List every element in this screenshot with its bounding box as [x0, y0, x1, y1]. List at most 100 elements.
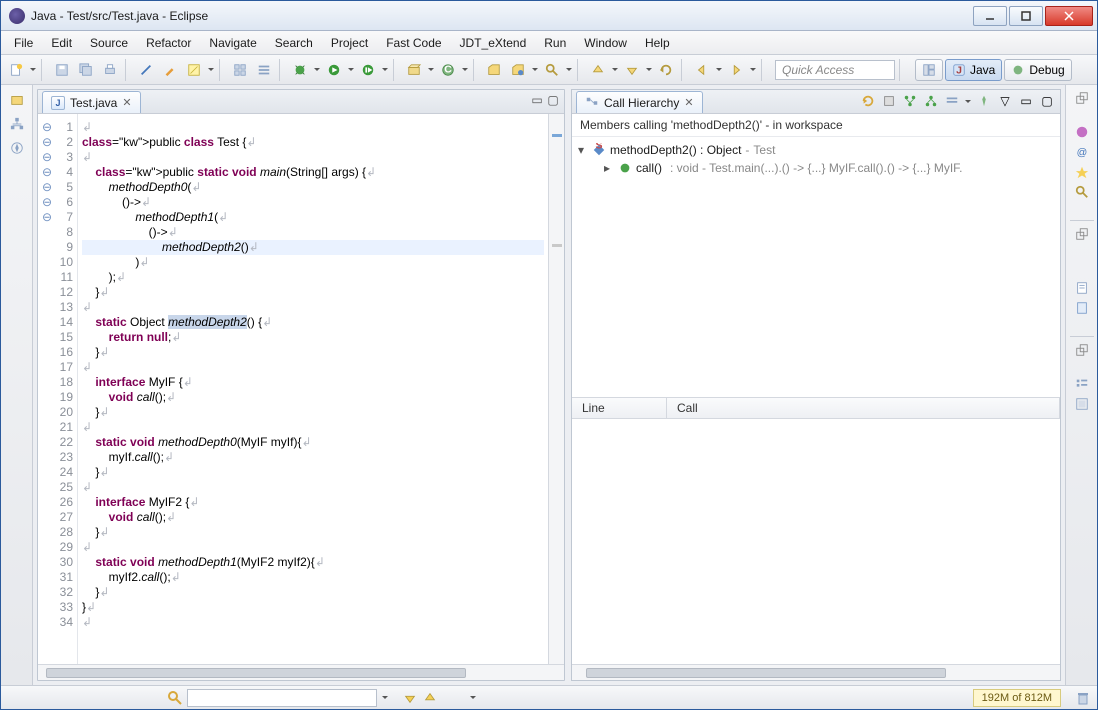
menu-project[interactable]: Project	[322, 33, 377, 53]
new-dropdown[interactable]	[29, 65, 37, 74]
status-search-dropdown[interactable]	[381, 693, 389, 702]
code-editor[interactable]: ↲class="kw">public class Test {↲↲ class=…	[78, 114, 548, 664]
menu-source[interactable]: Source	[81, 33, 137, 53]
restore-icon[interactable]	[1075, 91, 1089, 105]
debug-button[interactable]	[289, 59, 311, 81]
declaration-icon[interactable]	[1075, 301, 1089, 315]
tab-close-icon[interactable]: ✕	[122, 96, 131, 109]
run-button[interactable]	[323, 59, 345, 81]
menu-run[interactable]: Run	[535, 33, 575, 53]
ch-history-button[interactable]	[943, 92, 961, 110]
highlight-dropdown[interactable]	[207, 65, 215, 74]
task-list-icon[interactable]	[1075, 125, 1089, 139]
menu-search[interactable]: Search	[266, 33, 322, 53]
grid-button[interactable]	[229, 59, 251, 81]
open-task-button[interactable]	[507, 59, 529, 81]
print-button[interactable]	[99, 59, 121, 81]
run-last-button[interactable]	[357, 59, 379, 81]
package-explorer-icon[interactable]	[8, 91, 26, 109]
menu-help[interactable]: Help	[636, 33, 679, 53]
editor-minimize-icon[interactable]: ▭	[530, 93, 544, 107]
prev-annotation-dropdown[interactable]	[611, 65, 619, 74]
navigator-icon[interactable]	[8, 139, 26, 157]
status-search-input[interactable]	[187, 689, 377, 707]
hierarchy-icon[interactable]	[8, 115, 26, 133]
minimize-button[interactable]	[973, 6, 1007, 26]
forward-dropdown[interactable]	[749, 65, 757, 74]
yellow-star-icon[interactable]	[1075, 165, 1089, 179]
twisty-collapsed-icon[interactable]: ▸	[604, 161, 614, 175]
editor-tab-testjava[interactable]: J Test.java ✕	[42, 91, 141, 113]
menu-window[interactable]: Window	[575, 33, 636, 53]
new-button[interactable]	[5, 59, 27, 81]
trash-icon[interactable]	[1075, 690, 1091, 706]
ch-refresh-button[interactable]	[859, 92, 877, 110]
editor-vscroll[interactable]	[548, 114, 564, 664]
search-dropdown[interactable]	[565, 65, 573, 74]
status-menu-dropdown[interactable]	[469, 691, 477, 705]
twisty-expanded-icon[interactable]: ▾	[578, 143, 588, 157]
tree-row-child[interactable]: ▸ call() : void - Test.main(...).() -> {…	[578, 159, 1054, 177]
perspective-debug[interactable]: Debug	[1004, 59, 1071, 81]
save-all-button[interactable]	[75, 59, 97, 81]
javadoc-icon[interactable]	[1075, 281, 1089, 295]
ch-callees-button[interactable]	[922, 92, 940, 110]
menu-refactor[interactable]: Refactor	[137, 33, 200, 53]
back-button[interactable]	[691, 59, 713, 81]
ch-maximize-icon[interactable]: ▢	[1038, 92, 1056, 110]
last-edit-button[interactable]	[655, 59, 677, 81]
down-arrow-icon[interactable]	[403, 691, 417, 705]
ch-table-body[interactable]	[572, 419, 1060, 664]
close-button[interactable]	[1045, 6, 1093, 26]
run-dropdown[interactable]	[347, 65, 355, 74]
template-icon[interactable]	[1075, 397, 1089, 411]
menu-jdtextend[interactable]: JDT_eXtend	[451, 33, 536, 53]
quick-access[interactable]: Quick Access	[775, 60, 895, 80]
open-task-dropdown[interactable]	[531, 65, 539, 74]
save-button[interactable]	[51, 59, 73, 81]
perspective-java[interactable]: JJava	[945, 59, 1002, 81]
problems-icon[interactable]	[1075, 261, 1089, 275]
debug-dropdown[interactable]	[313, 65, 321, 74]
ch-pin-button[interactable]	[975, 92, 993, 110]
new-package-dropdown[interactable]	[427, 65, 435, 74]
highlight-button[interactable]	[183, 59, 205, 81]
tree-row-root[interactable]: ▾ S methodDepth2() : Object - Test	[578, 141, 1054, 159]
brush-button[interactable]	[159, 59, 181, 81]
maximize-button[interactable]	[1009, 6, 1043, 26]
open-perspective-button[interactable]	[915, 59, 943, 81]
heap-status[interactable]: 192M of 812M	[973, 689, 1061, 707]
list-button[interactable]	[253, 59, 275, 81]
search-button[interactable]	[541, 59, 563, 81]
ch-viewmenu-button[interactable]: ▽	[996, 92, 1014, 110]
new-package-button[interactable]	[403, 59, 425, 81]
ch-tree[interactable]: ▾ S methodDepth2() : Object - Test ▸ cal…	[572, 137, 1060, 397]
forward-button[interactable]	[725, 59, 747, 81]
ch-minimize-icon[interactable]: ▭	[1017, 92, 1035, 110]
menu-edit[interactable]: Edit	[42, 33, 81, 53]
search-view-icon[interactable]	[1075, 185, 1089, 199]
menu-fastcode[interactable]: Fast Code	[377, 33, 450, 53]
prev-annotation-button[interactable]	[587, 59, 609, 81]
ch-cancel-button[interactable]	[880, 92, 898, 110]
editor-maximize-icon[interactable]: ▢	[546, 93, 560, 107]
run-last-dropdown[interactable]	[381, 65, 389, 74]
ch-hscroll[interactable]	[572, 664, 1060, 680]
outline-at-icon[interactable]: @	[1075, 145, 1089, 159]
next-annotation-button[interactable]	[621, 59, 643, 81]
back-dropdown[interactable]	[715, 65, 723, 74]
th-call[interactable]: Call	[667, 398, 1060, 418]
editor-hscroll[interactable]	[38, 664, 564, 680]
up-arrow-icon[interactable]	[423, 691, 437, 705]
wand-button[interactable]	[135, 59, 157, 81]
ch-history-dropdown[interactable]	[964, 97, 972, 106]
new-class-dropdown[interactable]	[461, 65, 469, 74]
ch-tab-close-icon[interactable]: ✕	[684, 96, 693, 109]
th-line[interactable]: Line	[572, 398, 667, 418]
menu-navigate[interactable]: Navigate	[200, 33, 265, 53]
next-annotation-dropdown[interactable]	[645, 65, 653, 74]
outline-icon[interactable]	[1075, 377, 1089, 391]
new-class-button[interactable]: C	[437, 59, 459, 81]
menu-file[interactable]: File	[5, 33, 42, 53]
ch-tab[interactable]: Call Hierarchy ✕	[576, 91, 703, 113]
